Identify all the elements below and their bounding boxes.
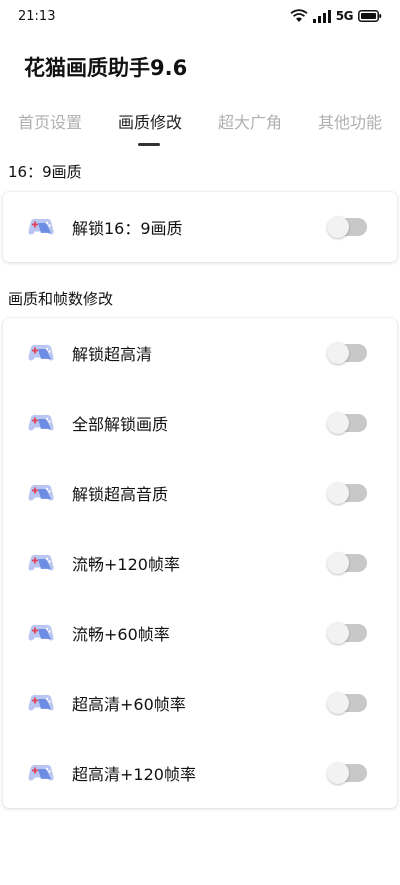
setting-label: 解锁超高音质 bbox=[72, 485, 169, 504]
setting-row[interactable]: 全部解锁画质 bbox=[3, 388, 397, 458]
tab-active-indicator bbox=[138, 143, 160, 146]
setting-row[interactable]: 超高清+60帧率 bbox=[3, 668, 397, 738]
tab-quality-mod-label: 画质修改 bbox=[117, 113, 182, 132]
toggle-switch[interactable] bbox=[327, 342, 367, 364]
section-title-16-9: 16：9画质 bbox=[8, 163, 82, 181]
toggle-knob bbox=[327, 412, 349, 434]
setting-row[interactable]: 流畅+60帧率 bbox=[3, 598, 397, 668]
toggle-knob bbox=[327, 622, 349, 644]
setting-label: 超高清+60帧率 bbox=[72, 695, 186, 714]
toggle-switch[interactable] bbox=[327, 412, 367, 434]
gamepad-icon bbox=[28, 344, 54, 361]
toggle-knob bbox=[327, 342, 349, 364]
toggle-switch[interactable] bbox=[327, 482, 367, 504]
toggle-knob bbox=[327, 216, 349, 238]
setting-row[interactable]: 解锁16：9画质 bbox=[3, 192, 397, 262]
settings-card-quality-fps: 解锁超高清 全部解锁画质 解锁超高音质 流畅+120帧率 流畅+60帧率 超高清… bbox=[3, 318, 397, 808]
setting-row[interactable]: 解锁超高音质 bbox=[3, 458, 397, 528]
tab-bar: 首页设置 画质修改 超大广角 其他功能 bbox=[0, 106, 400, 150]
toggle-switch[interactable] bbox=[327, 552, 367, 574]
gamepad-icon bbox=[28, 414, 54, 431]
app-title: 花猫画质助手9.6 bbox=[24, 56, 188, 80]
setting-label: 全部解锁画质 bbox=[72, 415, 169, 434]
settings-card-16-9: 解锁16：9画质 bbox=[3, 192, 397, 262]
section-title-quality-fps: 画质和帧数修改 bbox=[8, 290, 114, 308]
gamepad-icon bbox=[28, 694, 54, 711]
tab-home-settings[interactable]: 首页设置 bbox=[0, 106, 100, 150]
toggle-knob bbox=[327, 762, 349, 784]
tab-quality-mod[interactable]: 画质修改 bbox=[100, 106, 200, 150]
setting-row[interactable]: 超高清+120帧率 bbox=[3, 738, 397, 808]
status-time: 21:13 bbox=[18, 8, 56, 24]
toggle-switch[interactable] bbox=[327, 622, 367, 644]
network-type: 5G bbox=[335, 9, 354, 23]
setting-label: 流畅+120帧率 bbox=[72, 555, 180, 574]
toggle-knob bbox=[327, 692, 349, 714]
gamepad-icon bbox=[28, 484, 54, 501]
gamepad-icon bbox=[28, 554, 54, 571]
battery-icon bbox=[358, 10, 382, 22]
setting-label: 流畅+60帧率 bbox=[72, 625, 170, 644]
toggle-switch[interactable] bbox=[327, 762, 367, 784]
gamepad-icon bbox=[28, 764, 54, 781]
setting-label: 解锁16：9画质 bbox=[72, 219, 183, 238]
setting-row[interactable]: 解锁超高清 bbox=[3, 318, 397, 388]
gamepad-icon bbox=[28, 624, 54, 641]
signal-icon bbox=[312, 9, 331, 23]
toggle-switch[interactable] bbox=[327, 692, 367, 714]
tab-wide-angle[interactable]: 超大广角 bbox=[200, 106, 300, 150]
toggle-knob bbox=[327, 552, 349, 574]
toggle-switch[interactable] bbox=[327, 216, 367, 238]
status-icons: 5G bbox=[290, 9, 382, 23]
setting-label: 超高清+120帧率 bbox=[72, 765, 196, 784]
status-bar: 21:13 5G bbox=[0, 0, 400, 32]
tab-other-features[interactable]: 其他功能 bbox=[300, 106, 400, 150]
wifi-icon bbox=[290, 9, 308, 22]
toggle-knob bbox=[327, 482, 349, 504]
setting-label: 解锁超高清 bbox=[72, 345, 153, 364]
gamepad-icon bbox=[28, 218, 54, 235]
setting-row[interactable]: 流畅+120帧率 bbox=[3, 528, 397, 598]
